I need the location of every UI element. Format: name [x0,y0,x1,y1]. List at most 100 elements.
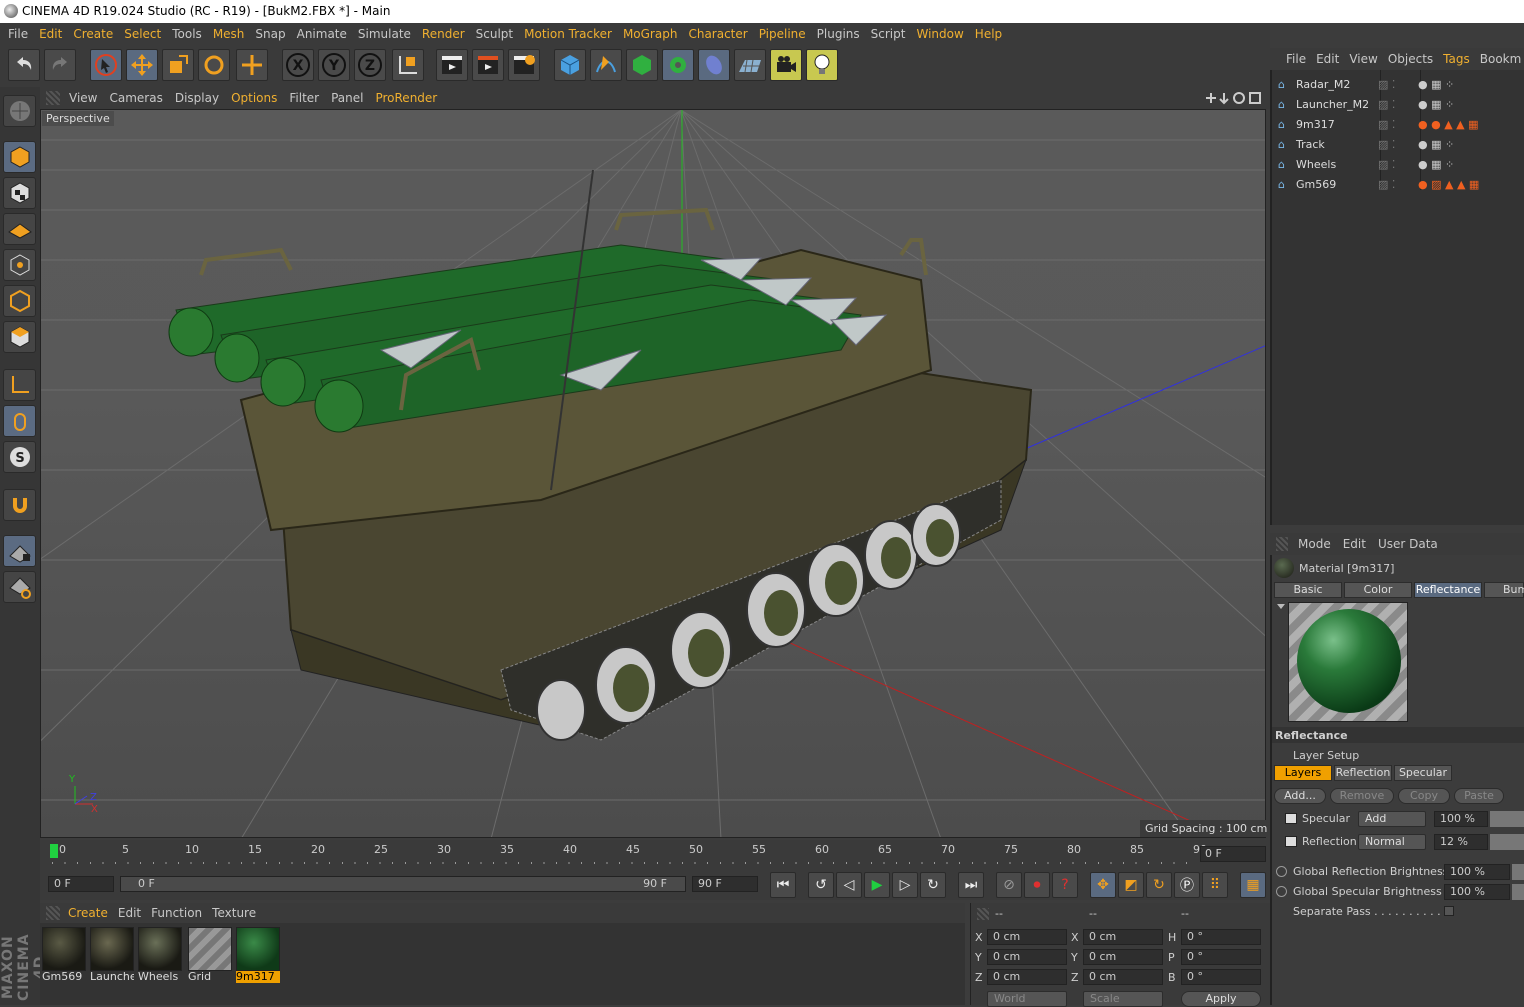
lock-workplane-button[interactable] [3,535,36,567]
menu-mograph[interactable]: MoGraph [619,23,685,45]
add-spline-button[interactable] [590,49,622,81]
add-light-button[interactable] [806,49,838,81]
layer-strength-slider[interactable] [1490,811,1524,827]
keyframe-selection-button[interactable]: ? [1052,872,1078,898]
menu-pipeline[interactable]: Pipeline [755,23,813,45]
material-tag-icon[interactable]: ● ▦ ⁘ [1418,98,1454,111]
material-menu-create[interactable]: Create [66,906,116,920]
om-menu-file[interactable]: File [1284,52,1314,66]
next-frame-button[interactable]: ▷ [892,872,918,898]
grip-handle-icon[interactable] [46,91,60,105]
menu-snap[interactable]: Snap [251,23,292,45]
move-tool-button[interactable] [126,49,158,81]
animation-radio-icon[interactable] [1276,886,1287,897]
visibility-toggle-icon[interactable]: ▨ ⁚ [1378,118,1418,131]
visibility-toggle-icon[interactable]: ▨ ⁚ [1378,138,1418,151]
menu-motion-tracker[interactable]: Motion Tracker [520,23,619,45]
menu-script[interactable]: Script [867,23,913,45]
material-tag-icon[interactable]: ● ▦ ⁘ [1418,78,1454,91]
om-menu-tags[interactable]: Tags [1441,52,1478,66]
rotation-b-field[interactable]: 0 ° [1181,969,1261,985]
record-keys-button[interactable]: ⊘ [996,872,1022,898]
x-axis-lock-button[interactable]: X [282,49,314,81]
material-tag-icon[interactable]: ● ▦ ⁘ [1418,138,1454,151]
separate-pass-checkbox[interactable] [1444,906,1454,916]
remove-layer-button[interactable]: Remove [1330,788,1394,804]
om-menu-objects[interactable]: Objects [1386,52,1441,66]
add-cube-button[interactable] [554,49,586,81]
object-row[interactable]: ⌂ Gm569 ▨ ⁚ ● ▨ ▲ ▲ ▦ [1278,174,1524,194]
material-swatch[interactable]: Wheels [138,927,182,985]
workplane-mode-button[interactable] [3,213,36,245]
material-tag-icon[interactable]: ● ▨ ▲ ▲ ▦ [1418,178,1479,191]
animation-radio-icon[interactable] [1276,866,1287,877]
rotation-p-field[interactable]: 0 ° [1181,949,1261,965]
material-swatch[interactable]: 9m317 [236,927,280,985]
viewport-menu-filter[interactable]: Filter [286,91,328,105]
menu-create[interactable]: Create [69,23,120,45]
add-camera-button[interactable] [770,49,802,81]
object-row[interactable]: ⌂ Wheels ▨ ⁚ ● ▦ ⁘ [1278,154,1524,174]
texture-mode-button[interactable] [3,177,36,209]
render-picture-viewer-button[interactable] [472,49,504,81]
menu-animate[interactable]: Animate [293,23,354,45]
axis-mode-button[interactable] [3,369,36,401]
material-swatch[interactable]: Grid [188,927,232,985]
menu-file[interactable]: File [4,23,35,45]
menu-help[interactable]: Help [971,23,1009,45]
viewport-menu-options[interactable]: Options [228,91,286,105]
layer-blend-mode-dropdown[interactable]: Add [1358,811,1426,827]
material-menu-texture[interactable]: Texture [210,906,264,920]
tab-color[interactable]: Color [1344,582,1412,598]
grip-handle-icon[interactable] [1276,537,1288,551]
viewport-menu-display[interactable]: Display [172,91,228,105]
3d-viewport[interactable]: Y Z X [40,109,1266,838]
undo-button[interactable] [8,49,40,81]
scale-tool-button[interactable] [162,49,194,81]
position-z-field[interactable]: 0 cm [987,969,1067,985]
timeline-window-button[interactable]: ▦ [1240,872,1266,898]
subtab-layers[interactable]: Layers [1274,765,1332,781]
visibility-toggle-icon[interactable]: ▨ ⁚ [1378,98,1418,111]
coordinate-system-button[interactable] [392,49,424,81]
rotation-h-field[interactable]: 0 ° [1181,929,1261,945]
material-tag-icon[interactable]: ● ▦ ⁘ [1418,158,1454,171]
planar-workplane-button[interactable] [3,571,36,603]
om-menu-view[interactable]: View [1347,52,1385,66]
object-row[interactable]: ⌂ Track ▨ ⁚ ● ▦ ⁘ [1278,134,1524,154]
subtab-reflection[interactable]: Reflection [1334,765,1392,781]
material-tag-icon[interactable]: ● ● ▲ ▲ ▦ [1418,118,1479,131]
global-specular-slider[interactable] [1512,884,1524,900]
previous-key-button[interactable]: ↺ [808,872,834,898]
paste-layer-button[interactable]: Paste [1454,788,1504,804]
render-settings-button[interactable] [508,49,540,81]
start-frame-field[interactable]: 0 F [48,876,114,892]
size-z-field[interactable]: 0 cm [1083,969,1163,985]
go-to-end-button[interactable]: ⏭ [958,872,984,898]
make-editable-button[interactable] [3,95,36,127]
material-menu-function[interactable]: Function [149,906,210,920]
menu-tools[interactable]: Tools [168,23,209,45]
viewport-menu-cameras[interactable]: Cameras [106,91,171,105]
key-scale-button[interactable]: ◩ [1118,872,1144,898]
om-menu-bookmarks[interactable]: Bookm [1478,52,1524,66]
live-selection-button[interactable] [90,49,122,81]
eye-icon[interactable] [1285,836,1297,847]
object-row[interactable]: ⌂ Launcher_M2 ▨ ⁚ ● ▦ ⁘ [1278,94,1524,114]
previous-frame-button[interactable]: ◁ [836,872,862,898]
menu-select[interactable]: Select [120,23,168,45]
menu-sculpt[interactable]: Sculpt [472,23,520,45]
viewport-menu-view[interactable]: View [66,91,106,105]
tab-bump[interactable]: Bum [1484,582,1524,598]
material-swatch[interactable]: Launche [90,927,134,985]
grip-handle-icon[interactable] [46,906,60,920]
tweak-mode-button[interactable] [3,405,36,437]
edge-mode-button[interactable] [3,285,36,317]
global-specular-field[interactable]: 100 % [1444,884,1510,900]
point-mode-button[interactable] [3,249,36,281]
material-menu-edit[interactable]: Edit [116,906,149,920]
menu-window[interactable]: Window [912,23,970,45]
frame-range-slider[interactable]: 0 F 90 F [120,876,686,892]
y-axis-lock-button[interactable]: Y [318,49,350,81]
end-frame-field[interactable]: 90 F [692,876,758,892]
